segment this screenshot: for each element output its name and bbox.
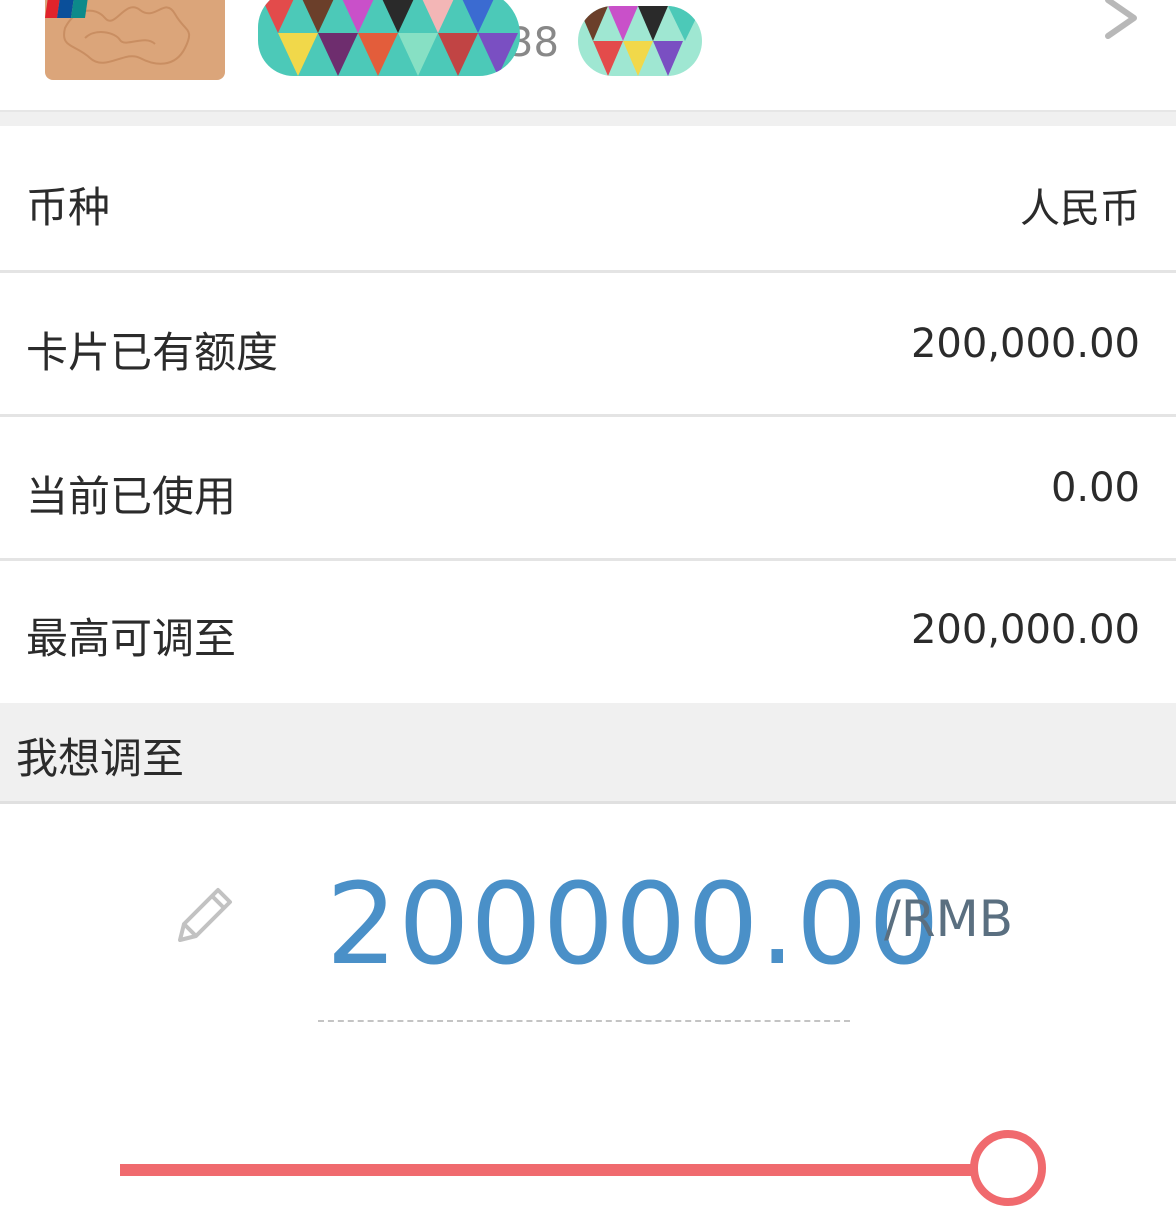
unionpay-logo bbox=[45, 0, 88, 18]
used-amount-value: 0.00 bbox=[1050, 465, 1140, 511]
section-divider bbox=[0, 112, 1176, 126]
currency-unit: /RMB bbox=[884, 890, 1014, 948]
max-limit-label: 最高可调至 bbox=[26, 614, 237, 663]
current-limit-row: 卡片已有额度 200,000.00 bbox=[0, 273, 1176, 417]
target-amount-input[interactable]: 200000.00 bbox=[326, 860, 941, 990]
redaction-mosaic bbox=[258, 0, 520, 76]
section-title: 我想调至 bbox=[16, 734, 185, 783]
limit-slider-track[interactable] bbox=[120, 1164, 990, 1176]
used-amount-row: 当前已使用 0.00 bbox=[0, 417, 1176, 561]
currency-value: 人民币 bbox=[1020, 186, 1140, 232]
card-selector[interactable]: 38 bbox=[0, 0, 1176, 112]
chevron-right-icon[interactable] bbox=[1098, 0, 1148, 42]
pencil-icon[interactable] bbox=[170, 880, 240, 950]
max-limit-value: 200,000.00 bbox=[910, 607, 1140, 653]
current-limit-value: 200,000.00 bbox=[910, 321, 1140, 367]
limit-slider-handle[interactable] bbox=[970, 1130, 1046, 1206]
adjust-section-header: 我想调至 bbox=[0, 703, 1176, 804]
amount-underline bbox=[318, 1020, 850, 1022]
currency-label: 币种 bbox=[26, 183, 111, 232]
current-limit-label: 卡片已有额度 bbox=[26, 328, 279, 377]
currency-row: 币种 人民币 bbox=[0, 126, 1176, 273]
redaction-mosaic bbox=[578, 6, 702, 76]
used-amount-label: 当前已使用 bbox=[26, 472, 237, 521]
bank-card-thumbnail bbox=[45, 0, 225, 80]
max-limit-row: 最高可调至 200,000.00 bbox=[0, 561, 1176, 700]
